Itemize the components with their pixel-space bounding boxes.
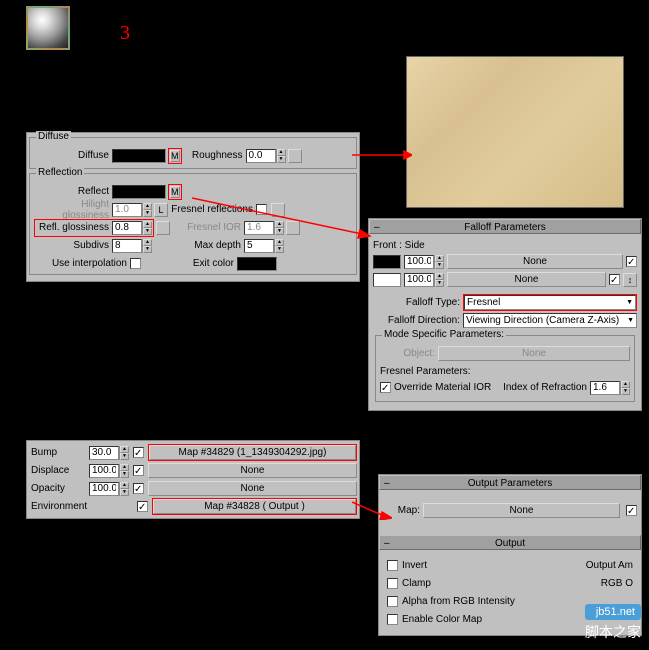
falloff-panel: Falloff Parameters Front : Side ▲▼ None …: [368, 218, 642, 411]
ior-label: Index of Refraction: [491, 382, 590, 393]
fresnel-params-label: Fresnel Parameters:: [380, 366, 630, 377]
falloff-color2-swatch[interactable]: [373, 273, 401, 287]
hilight-glossiness-spinner[interactable]: ▲▼: [112, 203, 152, 217]
use-interpolation-label: Use interpolation: [34, 258, 130, 269]
arrow-diffuse-to-texture: [352, 148, 412, 162]
reflect-color-swatch[interactable]: [112, 185, 166, 199]
diffuse-color-swatch[interactable]: [112, 149, 166, 163]
use-interpolation-checkbox[interactable]: [130, 258, 141, 269]
exit-color-swatch[interactable]: [237, 257, 277, 271]
falloff-color1-swatch[interactable]: [373, 255, 401, 269]
refl-glossiness-label: Refl. glossiness: [36, 222, 112, 233]
reflect-label: Reflect: [34, 186, 112, 197]
subdivs-label: Subdivs: [34, 240, 112, 251]
invert-label: Invert: [402, 560, 427, 571]
roughness-spinner[interactable]: ▲▼: [246, 149, 286, 163]
clamp-label: Clamp: [402, 578, 431, 589]
enable-colormap-label: Enable Color Map: [402, 614, 482, 625]
arrow-env-to-output: [352, 500, 392, 520]
ior-spinner[interactable]: ▲▼: [590, 381, 630, 395]
watermark: jb51.net 脚本之家: [585, 604, 641, 642]
falloff-map2-button[interactable]: None: [447, 272, 606, 287]
falloff-type-dropdown[interactable]: Fresnel: [464, 295, 636, 310]
opacity-map-button[interactable]: None: [148, 481, 357, 496]
alpha-rgb-checkbox[interactable]: [387, 596, 398, 607]
object-button[interactable]: None: [438, 346, 630, 361]
displace-checkbox[interactable]: ✓: [133, 465, 144, 476]
arrow-reflect-to-falloff: [192, 196, 372, 240]
falloff-direction-label: Falloff Direction:: [373, 315, 463, 326]
max-depth-spinner[interactable]: ▲▼: [244, 239, 284, 253]
falloff-direction-dropdown[interactable]: Viewing Direction (Camera Z-Axis): [463, 313, 637, 328]
roughness-label: Roughness: [182, 150, 246, 161]
output-map-button[interactable]: None: [423, 503, 620, 518]
displace-map-button[interactable]: None: [148, 463, 357, 478]
falloff-swap-button[interactable]: ↕: [623, 273, 637, 287]
refl-gloss-map-button[interactable]: [156, 221, 170, 235]
rgb-offset-label: RGB O: [601, 578, 633, 589]
maps-panel: Bump ▲▼ ✓ Map #34829 (1_1349304292.jpg) …: [26, 440, 360, 519]
hilight-glossiness-label: Hilight glossiness: [34, 199, 112, 221]
watermark-url: jb51.net: [585, 604, 641, 620]
max-depth-label: Max depth: [152, 240, 244, 251]
diffuse-label: Diffuse: [34, 150, 112, 161]
output-amount-label: Output Am: [586, 560, 633, 571]
exit-color-label: Exit color: [141, 258, 237, 269]
texture-preview: [406, 56, 624, 208]
bump-label: Bump: [29, 447, 89, 458]
falloff-value2-spinner[interactable]: ▲▼: [404, 273, 444, 287]
bump-map-button[interactable]: Map #34829 (1_1349304292.jpg): [149, 445, 356, 460]
mode-specific-title: Mode Specific Parameters:: [382, 329, 506, 340]
falloff-value1-spinner[interactable]: ▲▼: [404, 255, 444, 269]
displace-spinner[interactable]: ▲▼: [89, 464, 129, 478]
enable-colormap-checkbox[interactable]: [387, 614, 398, 625]
falloff-type-label: Falloff Type:: [373, 297, 463, 308]
output-map-checkbox[interactable]: ✓: [626, 505, 637, 516]
bump-checkbox[interactable]: ✓: [133, 447, 144, 458]
refl-glossiness-spinner[interactable]: ▲▼: [112, 221, 152, 235]
opacity-label: Opacity: [29, 483, 89, 494]
diffuse-map-button[interactable]: M: [170, 150, 180, 162]
falloff-map2-checkbox[interactable]: ✓: [609, 274, 620, 285]
invert-checkbox[interactable]: [387, 560, 398, 571]
falloff-map1-button[interactable]: None: [447, 254, 623, 269]
displace-label: Displace: [29, 465, 89, 476]
diffuse-group: Diffuse Diffuse M Roughness ▲▼: [29, 137, 357, 169]
material-preview-sphere: [26, 6, 70, 50]
clamp-checkbox[interactable]: [387, 578, 398, 589]
output-section-titlebar[interactable]: Output: [379, 535, 641, 550]
subdivs-spinner[interactable]: ▲▼: [112, 239, 152, 253]
roughness-map-button[interactable]: [288, 149, 302, 163]
front-side-label: Front : Side: [373, 240, 637, 251]
annotation-number: 3: [120, 22, 130, 45]
hilight-l-button[interactable]: L: [154, 203, 168, 217]
environment-checkbox[interactable]: ✓: [137, 501, 148, 512]
alpha-rgb-label: Alpha from RGB Intensity: [402, 596, 515, 607]
falloff-titlebar[interactable]: Falloff Parameters: [369, 219, 641, 234]
environment-map-button[interactable]: Map #34828 ( Output ): [153, 499, 356, 514]
watermark-text: 脚本之家: [585, 622, 641, 642]
output-titlebar[interactable]: Output Parameters: [379, 475, 641, 490]
mode-specific-group: Mode Specific Parameters: Object: None F…: [375, 335, 635, 402]
reflection-group-title: Reflection: [36, 167, 84, 178]
override-ior-checkbox[interactable]: ✓: [380, 382, 391, 393]
opacity-checkbox[interactable]: ✓: [133, 483, 144, 494]
falloff-map1-checkbox[interactable]: ✓: [626, 256, 637, 267]
reflect-map-button[interactable]: M: [170, 186, 180, 198]
object-label: Object:: [380, 348, 438, 359]
diffuse-group-title: Diffuse: [36, 131, 71, 142]
opacity-spinner[interactable]: ▲▼: [89, 482, 129, 496]
override-ior-label: Override Material IOR: [394, 382, 491, 393]
environment-label: Environment: [29, 501, 133, 512]
bump-spinner[interactable]: ▲▼: [89, 446, 129, 460]
